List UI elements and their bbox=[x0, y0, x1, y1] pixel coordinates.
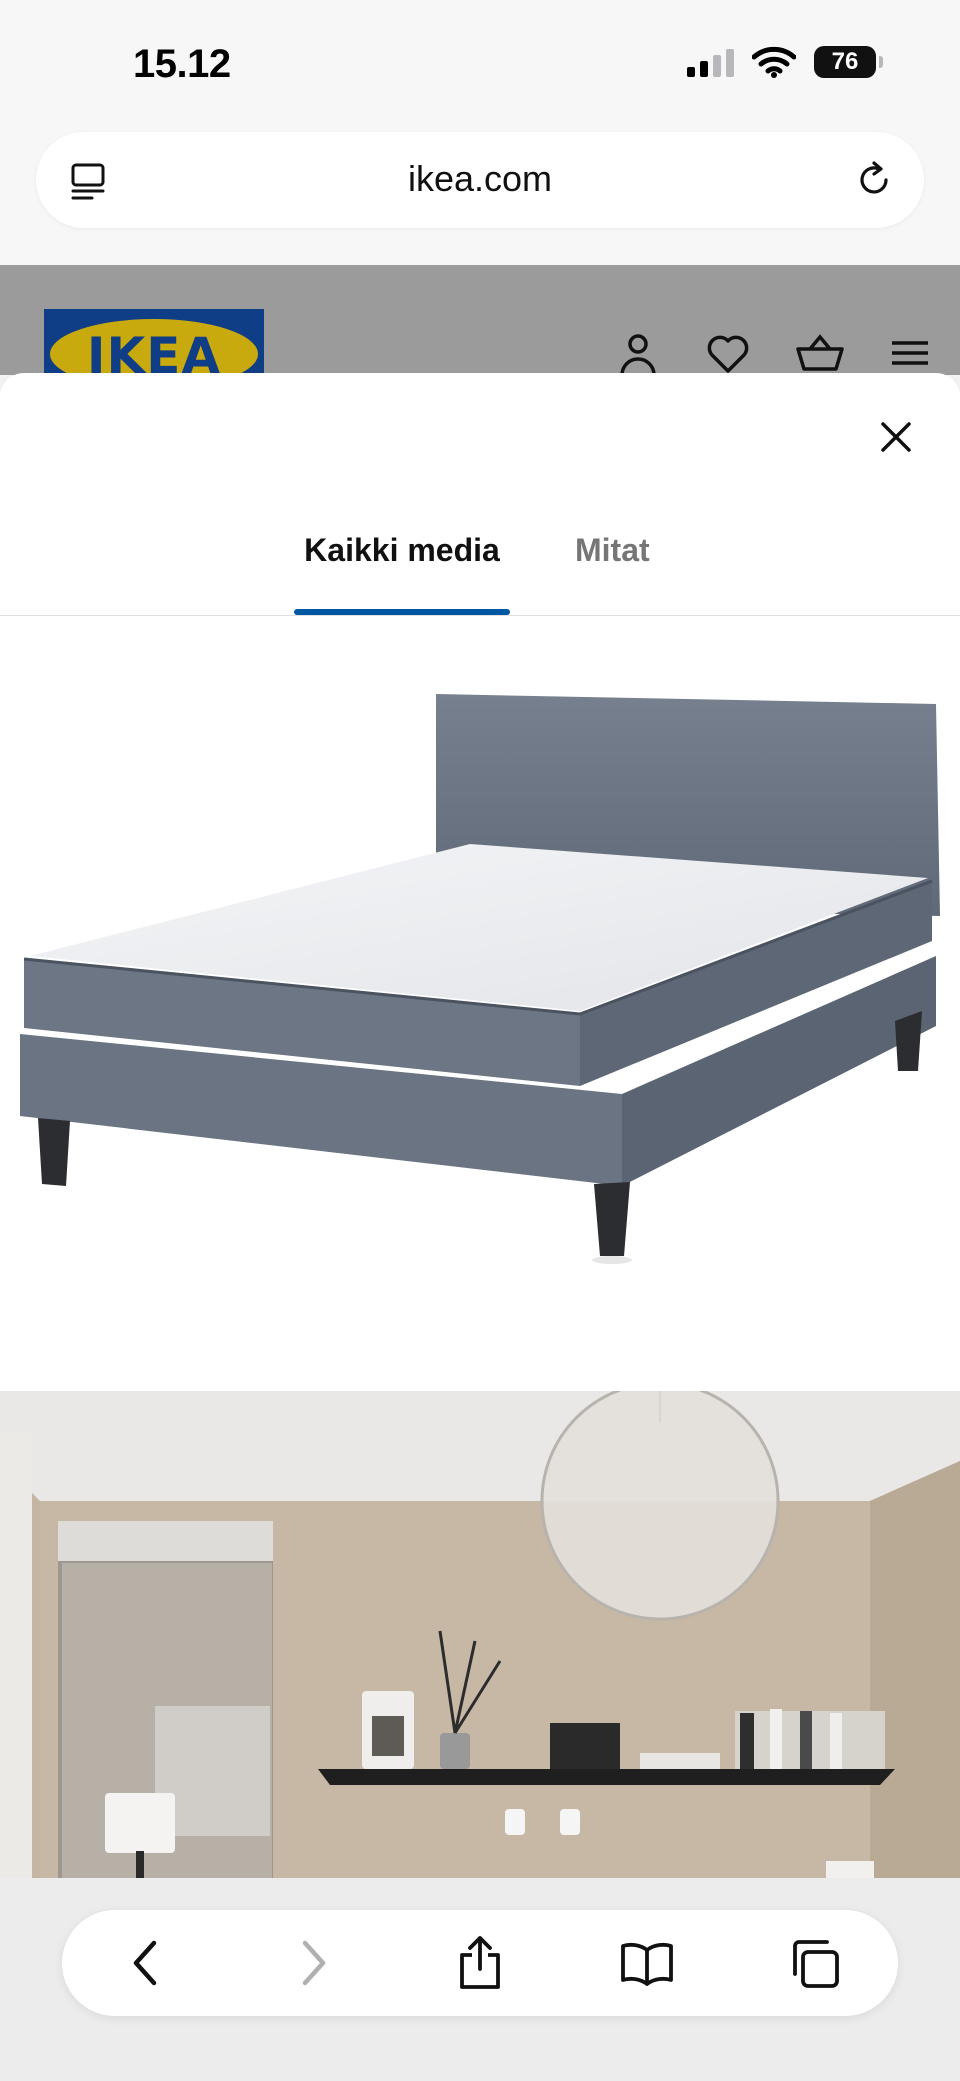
tabs-button[interactable] bbox=[774, 1923, 854, 2003]
status-icons: 76 bbox=[687, 46, 883, 78]
battery-icon: 76 bbox=[814, 46, 883, 78]
bookmarks-button[interactable] bbox=[607, 1923, 687, 2003]
active-tab-indicator bbox=[294, 609, 510, 615]
shopping-basket-icon[interactable] bbox=[794, 329, 846, 375]
url-text[interactable]: ikea.com bbox=[36, 158, 924, 200]
tabs-icon bbox=[793, 1940, 840, 1988]
reload-icon[interactable] bbox=[854, 160, 894, 200]
share-icon bbox=[460, 1936, 500, 1989]
close-icon bbox=[881, 422, 911, 452]
battery-level: 76 bbox=[831, 48, 859, 75]
product-image-bed[interactable] bbox=[0, 616, 960, 1386]
forward-button[interactable] bbox=[273, 1923, 353, 2003]
share-button[interactable] bbox=[440, 1923, 520, 2003]
header-icons bbox=[614, 329, 932, 375]
status-time: 15.12 bbox=[133, 42, 231, 86]
tab-label: Kaikki media bbox=[304, 532, 500, 568]
account-icon[interactable] bbox=[614, 329, 662, 375]
back-button[interactable] bbox=[106, 1923, 186, 2003]
tab-dimensions[interactable]: Mitat bbox=[575, 513, 650, 613]
back-icon bbox=[133, 1940, 156, 1986]
tab-label: Mitat bbox=[575, 532, 650, 568]
site-header: IKEA bbox=[0, 265, 960, 375]
close-button[interactable] bbox=[872, 413, 920, 461]
wifi-icon bbox=[752, 46, 796, 78]
room-image-bedroom[interactable] bbox=[0, 1391, 960, 1878]
bedroom-scene bbox=[0, 1391, 960, 1878]
media-tabs: Kaikki media Mitat bbox=[0, 513, 960, 617]
favorites-heart-icon[interactable] bbox=[704, 329, 752, 375]
browser-toolbar bbox=[0, 1878, 960, 2081]
cellular-signal-icon bbox=[687, 47, 734, 77]
media-modal: Kaikki media Mitat bbox=[0, 373, 960, 1878]
browser-address-area: ikea.com bbox=[0, 120, 960, 265]
tab-all-media[interactable]: Kaikki media bbox=[294, 513, 510, 615]
bookmarks-icon bbox=[621, 1942, 674, 1986]
menu-icon[interactable] bbox=[888, 329, 932, 375]
bed-illustration bbox=[20, 694, 940, 1264]
address-bar[interactable]: ikea.com bbox=[36, 132, 924, 228]
toolbar-pill bbox=[62, 1910, 898, 2016]
status-bar: 15.12 76 bbox=[0, 0, 960, 120]
ikea-logo[interactable]: IKEA bbox=[44, 309, 264, 375]
forward-icon bbox=[302, 1940, 326, 1986]
